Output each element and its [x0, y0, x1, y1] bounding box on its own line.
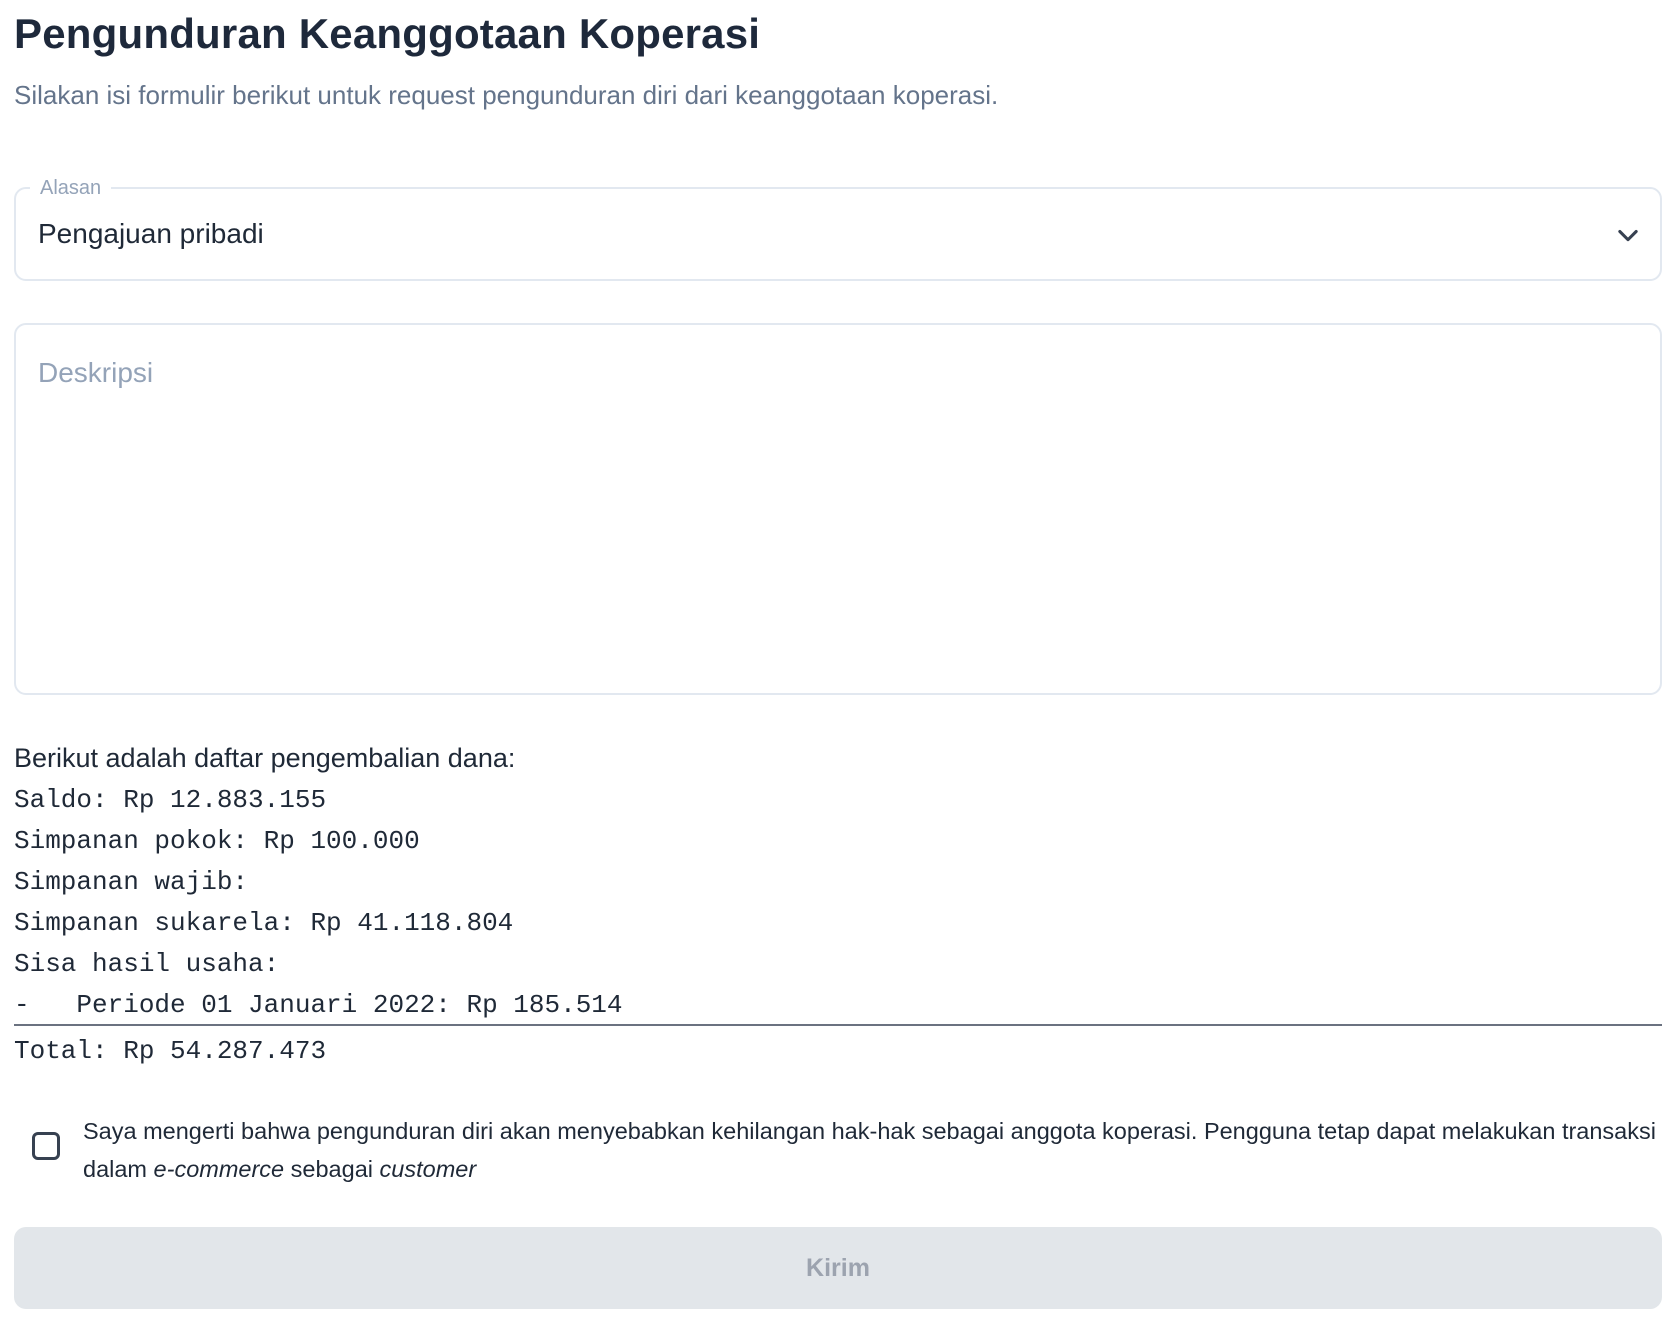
page-title: Pengunduran Keanggotaan Koperasi: [14, 10, 761, 57]
submit-button[interactable]: Kirim: [14, 1227, 1662, 1309]
consent-text-customer: customer: [379, 1156, 477, 1182]
consent-text: Saya mengerti bahwa pengunduran diri aka…: [83, 1112, 1662, 1188]
consent-text-part2: sebagai: [284, 1156, 380, 1182]
refund-line-saldo: Saldo: Rp 12.883.155: [14, 785, 327, 815]
refund-line-simpanan-wajib: Simpanan wajib:: [14, 867, 249, 897]
resignation-form-page: Pengunduran Keanggotaan Koperasi Silakan…: [14, 0, 1664, 1309]
chevron-down-icon: [1618, 229, 1638, 242]
consent-checkbox[interactable]: [32, 1132, 60, 1160]
reason-select-value: Pengajuan pribadi: [38, 218, 264, 249]
refund-line-simpanan-pokok: Simpanan pokok: Rp 100.000: [14, 826, 420, 856]
consent-text-ecommerce: e-commerce: [153, 1156, 285, 1182]
reason-select-label: Alasan: [30, 175, 112, 201]
refund-list: Saldo: Rp 12.883.155 Simpanan pokok: Rp …: [14, 780, 1664, 1026]
refund-line-simpanan-sukarela: Simpanan sukarela: Rp 41.118.804: [14, 908, 514, 938]
refund-intro: Berikut adalah daftar pengembalian dana:: [14, 743, 516, 773]
page-subtitle: Silakan isi formulir berikut untuk reque…: [14, 80, 999, 110]
reason-select[interactable]: Alasan Pengajuan pribadi: [14, 175, 1662, 281]
refund-line-sisa-hasil-usaha: Sisa hasil usaha:: [14, 949, 280, 979]
description-textarea[interactable]: [14, 323, 1662, 695]
refund-line-periode: - Periode 01 Januari 2022: Rp 185.514: [14, 990, 623, 1020]
total-divider: [14, 1024, 1662, 1026]
refund-total: Total: Rp 54.287.473: [14, 1036, 327, 1066]
